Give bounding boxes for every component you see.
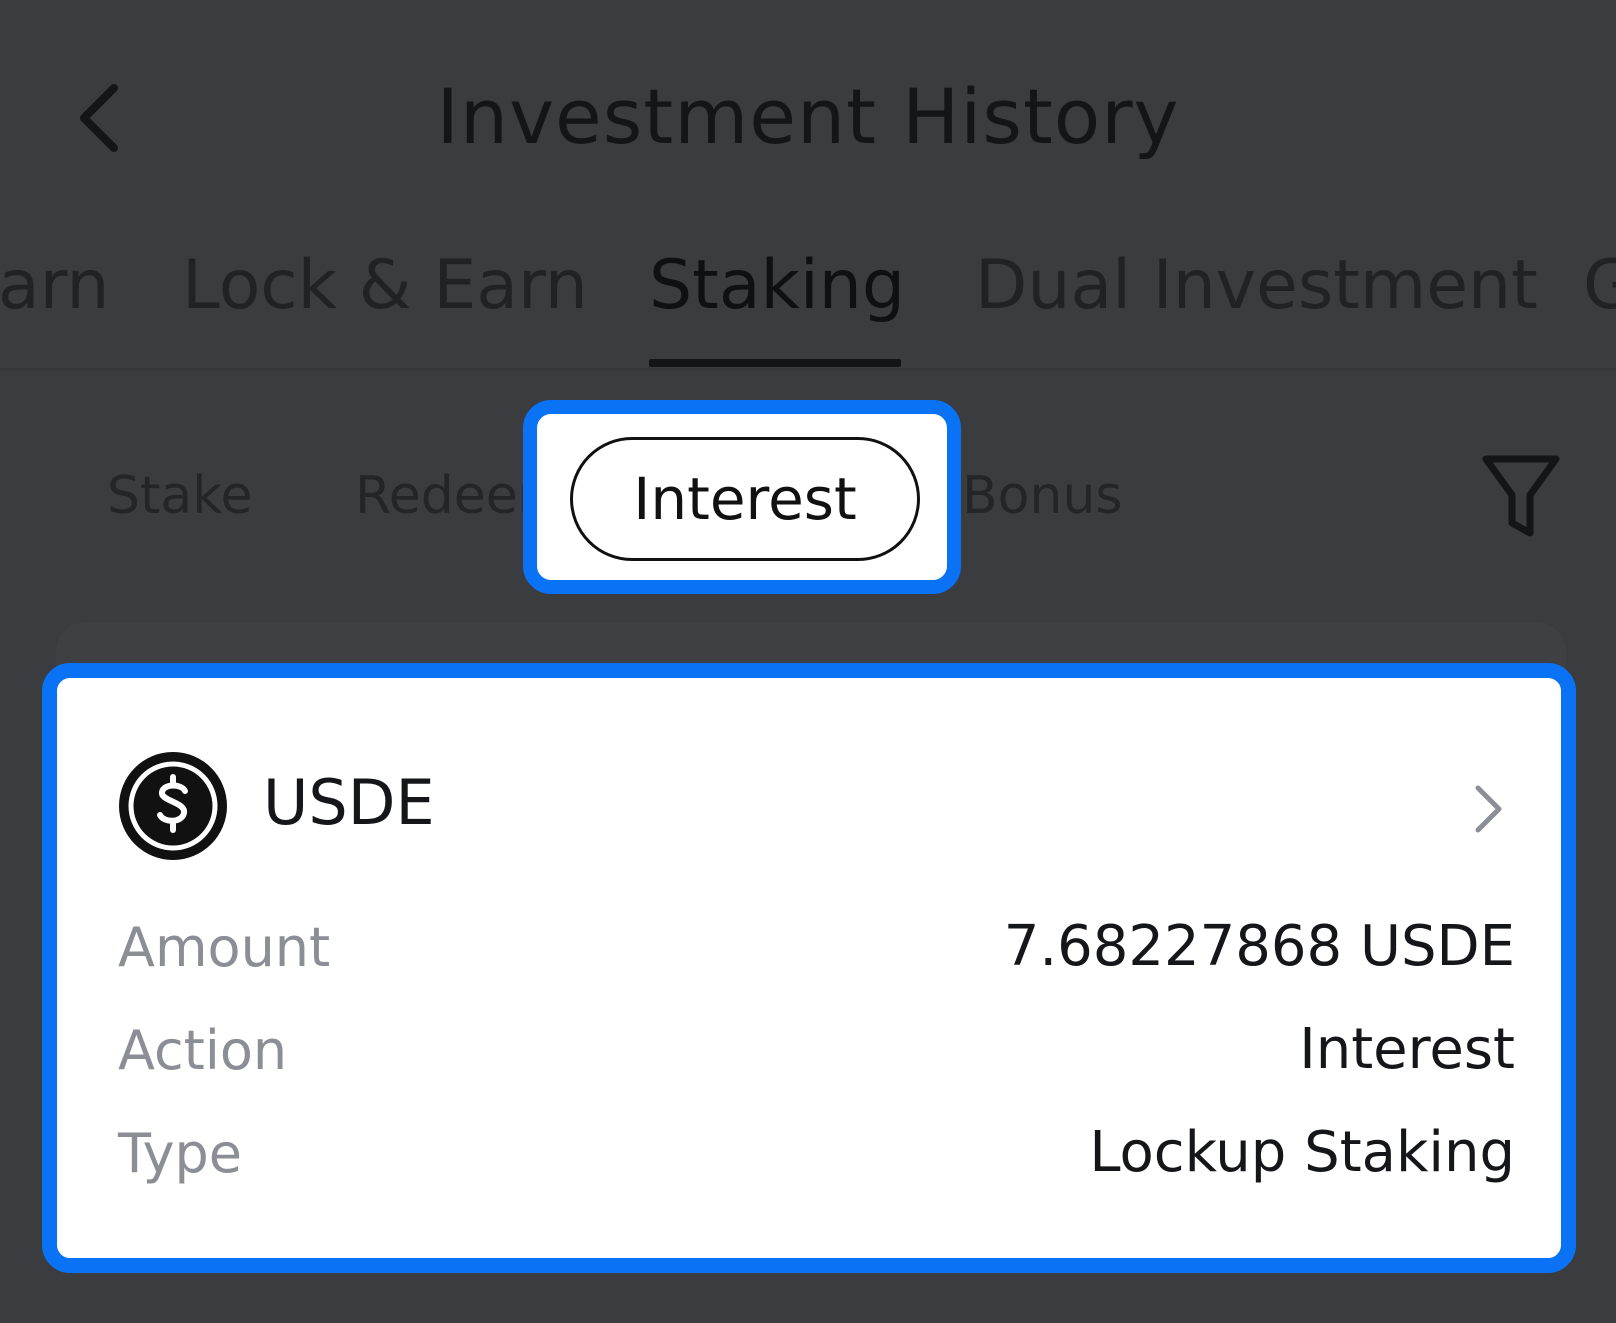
type-label: Type	[118, 1122, 243, 1185]
tab-earn[interactable]: arn	[0, 246, 110, 325]
amount-value: 7.68227868 USDE	[1003, 914, 1515, 979]
action-label: Action	[118, 1019, 288, 1082]
tab-lock-and-earn[interactable]: Lock & Earn	[182, 246, 588, 325]
chevron-right-icon[interactable]	[1470, 782, 1506, 836]
chip-interest[interactable]: Interest	[570, 437, 920, 561]
action-value: Interest	[1299, 1017, 1515, 1082]
active-tab-indicator	[649, 359, 901, 367]
coin-name: USDE	[263, 766, 435, 839]
tab-staking[interactable]: Staking	[649, 246, 905, 325]
filter-button[interactable]	[1478, 453, 1564, 539]
tab-bar: arn Lock & Earn Staking Dual Investment …	[0, 238, 1616, 370]
record-card[interactable]: USDE Amount 7.68227868 USDE Action Inter…	[42, 663, 1576, 1273]
header: Investment History	[0, 0, 1616, 230]
page-title: Investment History	[436, 72, 1180, 161]
filter-chips: Stake Redeem Bonus Interest	[0, 400, 1616, 594]
tab-dual-investment[interactable]: Dual Investment	[975, 246, 1538, 325]
chip-bonus[interactable]: Bonus	[962, 466, 1123, 526]
dollar-coin-icon	[119, 752, 227, 860]
funnel-icon	[1482, 455, 1560, 537]
type-value: Lockup Staking	[1089, 1120, 1515, 1185]
chip-stake[interactable]: Stake	[107, 466, 253, 526]
tab-more[interactable]: G	[1583, 246, 1616, 325]
amount-label: Amount	[118, 916, 331, 979]
